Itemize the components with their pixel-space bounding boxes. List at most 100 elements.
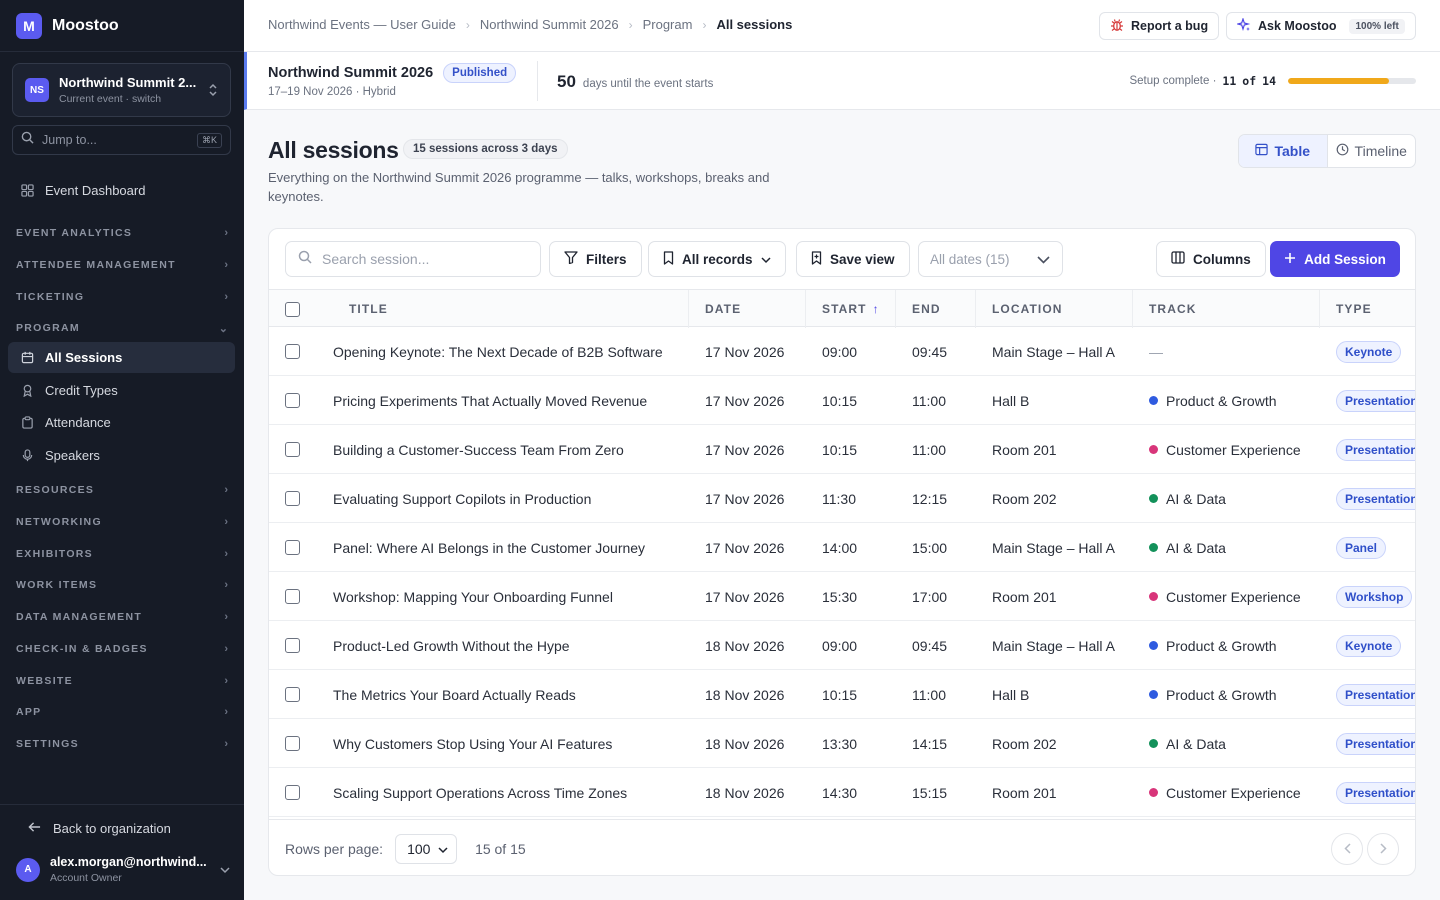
table-row[interactable]: Product-Led Growth Without the Hype 18 No…: [269, 621, 1415, 670]
column-label: END: [912, 302, 941, 316]
jump-placeholder: Jump to...: [42, 133, 97, 147]
table-row[interactable]: Pricing Experiments That Actually Moved …: [269, 376, 1415, 425]
sidebar-section-program[interactable]: PROGRAM ⌄: [16, 319, 228, 337]
sidebar-section-ticketing[interactable]: TICKETING ›: [16, 288, 228, 306]
bookmark-plus-icon: [811, 250, 822, 268]
row-checkbox[interactable]: [285, 638, 300, 653]
table-row[interactable]: Evaluating Support Copilots in Productio…: [269, 474, 1415, 523]
jump-to-input[interactable]: Jump to... ⌘K: [12, 125, 231, 155]
cell-date: 18 Nov 2026: [705, 784, 785, 801]
section-label: PROGRAM: [16, 322, 80, 334]
brand[interactable]: M Moostoo: [0, 0, 244, 52]
sidebar-section-website[interactable]: WEBSITE ›: [16, 672, 228, 690]
cell-location: Room 201: [992, 784, 1057, 801]
section-label: DATA MANAGEMENT: [16, 611, 143, 623]
columns-button[interactable]: Columns: [1156, 241, 1266, 277]
sidebar-item-event-dashboard[interactable]: Event Dashboard: [8, 175, 235, 206]
table-row[interactable]: The Metrics Your Board Actually Reads 18 …: [269, 670, 1415, 719]
sidebar-item-speakers[interactable]: Speakers: [8, 440, 235, 471]
sidebar-item-credit-types[interactable]: Credit Types: [8, 375, 235, 406]
sidebar-section-work-items[interactable]: WORK ITEMS ›: [16, 576, 228, 594]
cell-location: Main Stage – Hall A: [992, 539, 1115, 556]
cell-type: Presentation: [1336, 768, 1415, 817]
row-checkbox[interactable]: [285, 540, 300, 555]
sidebar: M Moostoo NS Northwind Summit 2... Curre…: [0, 0, 244, 900]
row-checkbox[interactable]: [285, 736, 300, 751]
section-label: CHECK-IN & BADGES: [16, 643, 148, 655]
breadcrumb-item[interactable]: Program: [643, 17, 693, 32]
column-header-end[interactable]: END: [895, 290, 975, 328]
tab-table[interactable]: Table: [1239, 135, 1328, 167]
event-switcher[interactable]: NS Northwind Summit 2... Current event ·…: [12, 63, 231, 117]
add-session-button[interactable]: Add Session: [1270, 241, 1400, 277]
column-header-start[interactable]: START ↑: [805, 290, 895, 328]
all-records-dropdown[interactable]: All records: [648, 241, 786, 277]
cell-end: 14:15: [912, 735, 948, 752]
setup-progress[interactable]: Setup complete · 11 of 14: [1129, 74, 1416, 88]
table-row[interactable]: Building a Customer-Success Team From Ze…: [269, 425, 1415, 474]
track-label: Product & Growth: [1166, 392, 1277, 409]
sidebar-section-data-management[interactable]: DATA MANAGEMENT ›: [16, 608, 228, 626]
row-checkbox[interactable]: [285, 687, 300, 702]
rows-per-page-select[interactable]: 100: [395, 833, 458, 864]
table-row[interactable]: Panel: Where AI Belongs in the Customer …: [269, 523, 1415, 572]
chevron-right-icon: ›: [224, 611, 228, 623]
user-menu[interactable]: A alex.morgan@northwind... Account Owner: [16, 855, 230, 884]
track-color-dot: [1149, 494, 1158, 503]
column-header-type[interactable]: TYPE: [1319, 290, 1415, 328]
cell-track: Customer Experience: [1149, 572, 1301, 621]
sidebar-section-checkin-badges[interactable]: CHECK-IN & BADGES ›: [16, 640, 228, 658]
column-header-location[interactable]: LOCATION: [975, 290, 1132, 328]
row-checkbox[interactable]: [285, 491, 300, 506]
column-header-title[interactable]: TITLE: [333, 290, 688, 328]
breadcrumb-item[interactable]: Northwind Summit 2026: [480, 17, 619, 32]
table-row[interactable]: Workshop: Mapping Your Onboarding Funnel…: [269, 572, 1415, 621]
date-filter-select[interactable]: All dates (15): [918, 241, 1063, 277]
row-checkbox[interactable]: [285, 442, 300, 457]
search-input[interactable]: [322, 251, 528, 267]
cell-location: Room 202: [992, 735, 1057, 752]
row-checkbox[interactable]: [285, 393, 300, 408]
filters-button[interactable]: Filters: [549, 241, 642, 277]
sidebar-item-label: Attendance: [45, 415, 111, 430]
search-box[interactable]: [285, 241, 541, 277]
save-view-label: Save view: [830, 251, 895, 267]
sidebar-item-all-sessions[interactable]: All Sessions: [8, 342, 235, 373]
breadcrumb-item[interactable]: Northwind Events — User Guide: [268, 17, 456, 32]
sidebar-section-attendee-management[interactable]: ATTENDEE MANAGEMENT ›: [16, 256, 228, 274]
select-all-checkbox[interactable]: [285, 301, 300, 317]
cell-type: Presentation: [1336, 670, 1415, 719]
save-view-button[interactable]: Save view: [796, 241, 910, 277]
table-row[interactable]: Scaling Support Operations Across Time Z…: [269, 768, 1415, 817]
row-checkbox[interactable]: [285, 785, 300, 800]
track-label: Product & Growth: [1166, 637, 1277, 654]
previous-page-button[interactable]: [1331, 833, 1363, 865]
search-icon: [21, 131, 34, 149]
sidebar-section-app[interactable]: APP ›: [16, 703, 228, 721]
report-bug-button[interactable]: Report a bug: [1099, 12, 1220, 40]
column-header-date[interactable]: DATE: [688, 290, 805, 328]
chevron-right-icon: ›: [224, 516, 228, 528]
row-checkbox[interactable]: [285, 589, 300, 604]
chevron-right-icon: ›: [224, 259, 228, 271]
cell-start: 09:00: [822, 343, 858, 360]
column-header-track[interactable]: TRACK: [1132, 290, 1319, 328]
cell-end: 15:00: [912, 539, 948, 556]
chevron-down-icon: [438, 841, 448, 857]
row-checkbox[interactable]: [285, 344, 300, 359]
sidebar-section-resources[interactable]: RESOURCES ›: [16, 481, 228, 499]
next-page-button[interactable]: [1367, 833, 1399, 865]
chevron-right-icon: ›: [224, 643, 228, 655]
sidebar-item-attendance[interactable]: Attendance: [8, 407, 235, 438]
table-row[interactable]: Why Customers Stop Using Your AI Feature…: [269, 719, 1415, 768]
back-to-organization-link[interactable]: Back to organization: [28, 821, 171, 836]
event-switcher-subtitle: Current event · switch: [59, 93, 162, 105]
tab-timeline[interactable]: Timeline: [1328, 135, 1416, 167]
page-title: All sessions: [268, 137, 399, 163]
table-row[interactable]: Opening Keynote: The Next Decade of B2B …: [269, 327, 1415, 376]
ask-moostoo-button[interactable]: Ask Moostoo 100% left: [1226, 12, 1416, 40]
sidebar-section-exhibitors[interactable]: EXHIBITORS ›: [16, 545, 228, 563]
sidebar-section-settings[interactable]: SETTINGS ›: [16, 735, 228, 753]
sidebar-section-event-analytics[interactable]: EVENT ANALYTICS ›: [16, 224, 228, 242]
sidebar-section-networking[interactable]: NETWORKING ›: [16, 513, 228, 531]
